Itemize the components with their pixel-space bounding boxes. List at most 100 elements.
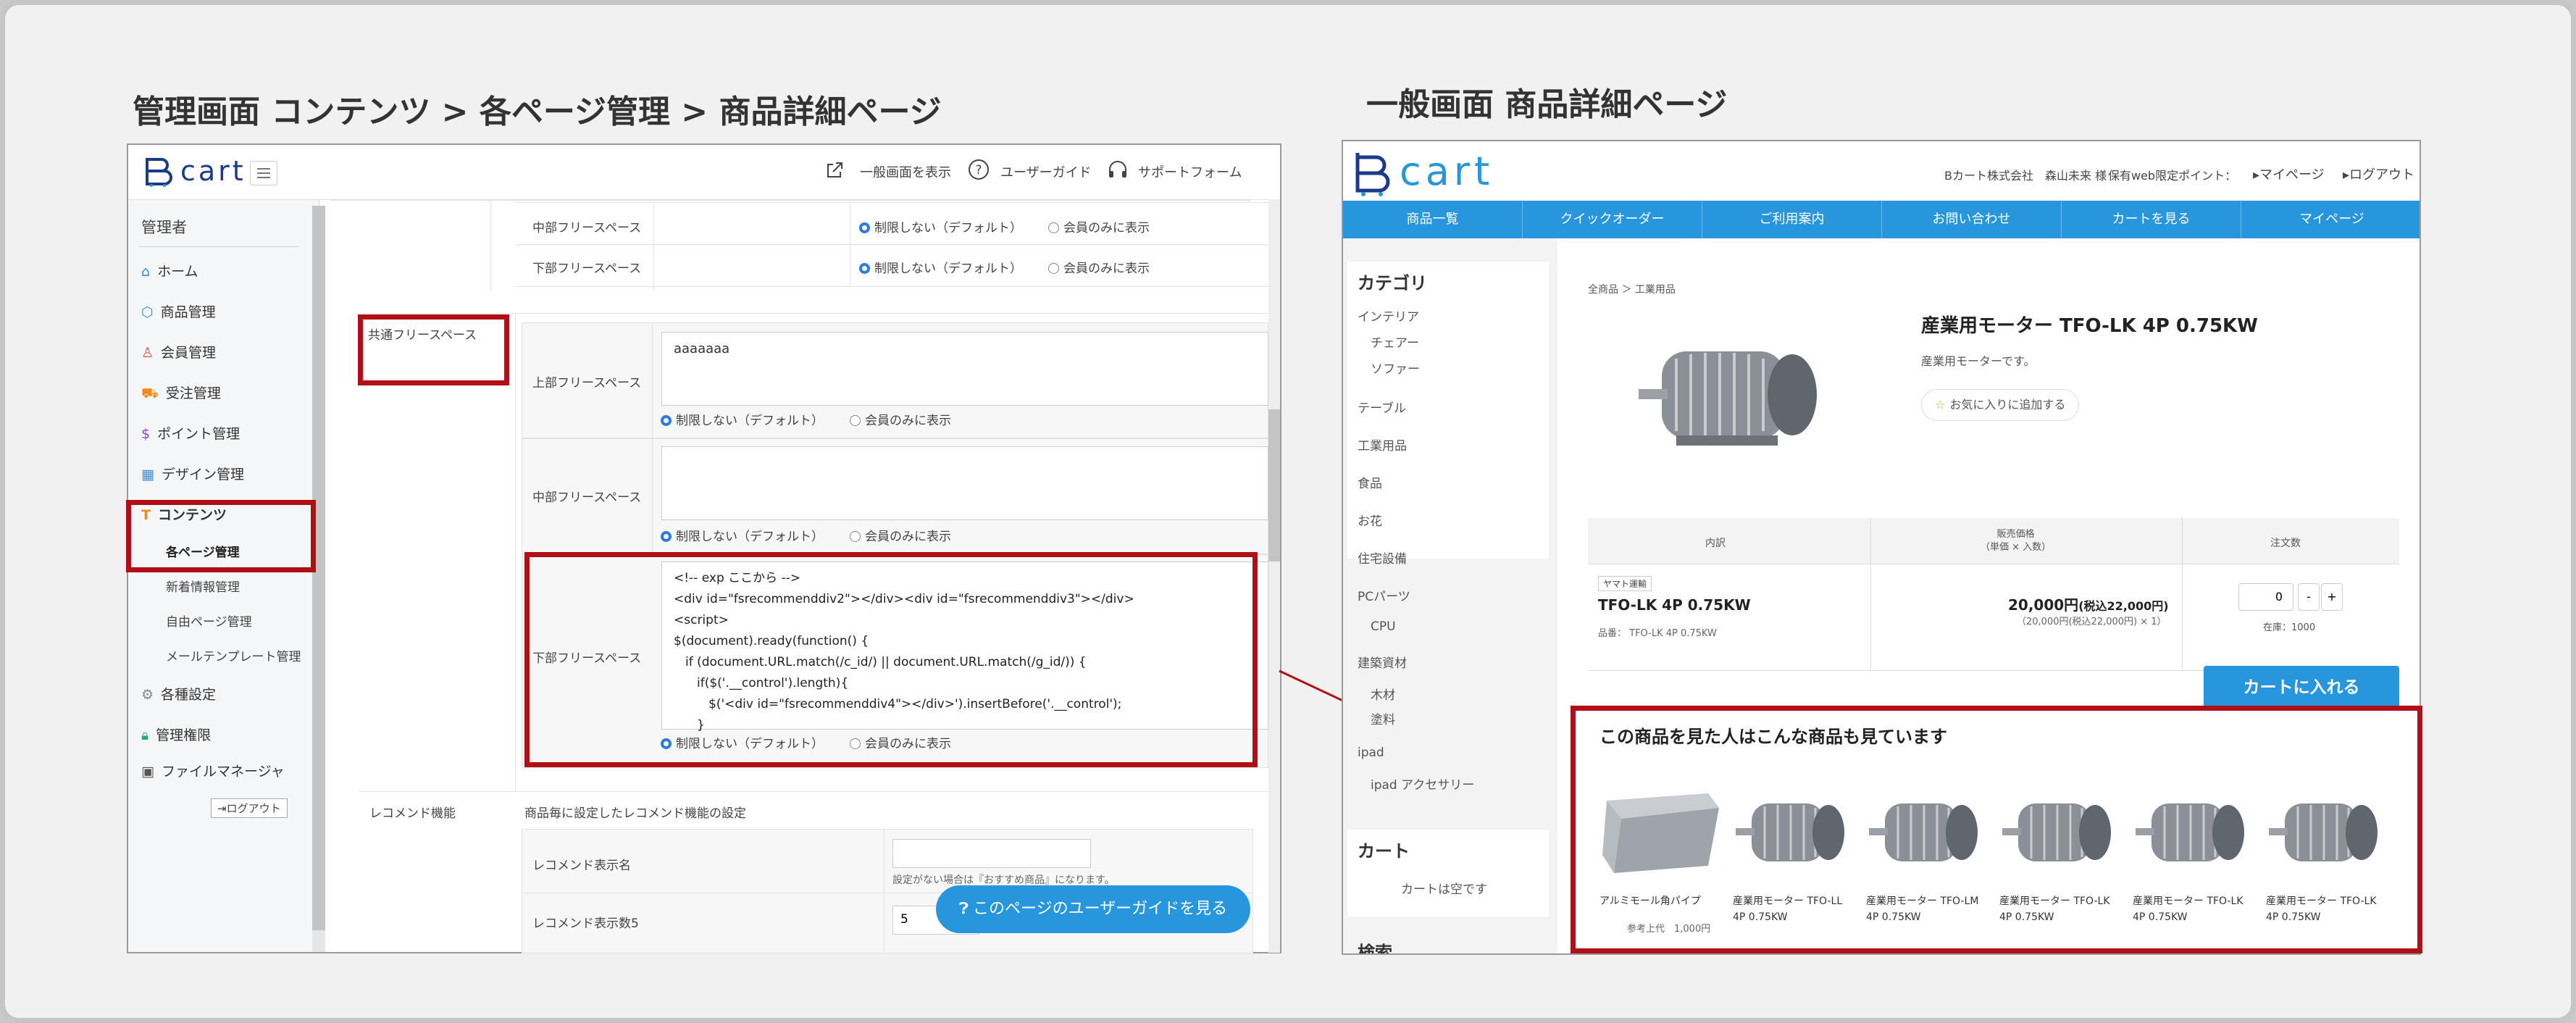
top-free-textarea[interactable]: aaaaaaa	[661, 332, 1268, 406]
public-nav: 商品一覧 クイックオーダー ご利用案内 お問い合わせ カートを見る マイページ	[1343, 201, 2420, 238]
highlight-common-free	[358, 314, 509, 385]
middle-free-textarea[interactable]	[661, 446, 1268, 520]
nav-guide[interactable]: ご利用案内	[1702, 201, 1882, 238]
header-mypage-link[interactable]: ▸マイページ	[2253, 164, 2325, 183]
sidebar-sub-free-pages[interactable]: 自由ページ管理	[166, 611, 252, 630]
public-logo[interactable]	[1353, 150, 1394, 199]
recommend-name-input[interactable]	[892, 839, 1091, 868]
sidebar-item-design[interactable]: ▦ デザイン管理	[141, 464, 244, 483]
nav-mypage[interactable]: マイページ	[2241, 201, 2420, 238]
radio-group-bottom[interactable]: 制限しない（デフォルト） 会員のみに表示	[859, 258, 1150, 276]
admin-logo-text: cart	[180, 155, 246, 187]
gear-icon: ⚙	[141, 687, 154, 703]
item-name: TFO-LK 4P 0.75KW	[1598, 596, 1751, 614]
hamburger-icon	[257, 168, 270, 178]
cat-pc-parts[interactable]: PCパーツ	[1358, 586, 1410, 604]
sidebar-item-products[interactable]: ⬡ 商品管理	[141, 301, 216, 321]
sidebar-item-home[interactable]: ⌂ ホーム	[141, 261, 198, 280]
dollar-icon: $	[141, 426, 151, 442]
label-top-free: 上部フリースペース	[532, 376, 642, 391]
logout-icon: ⇥	[217, 802, 227, 815]
sidebar-title: 管理者	[141, 219, 187, 236]
view-public-link[interactable]: 一般画面を表示	[860, 162, 951, 181]
support-form-link[interactable]: サポートフォーム	[1138, 162, 1242, 181]
nav-quick-order[interactable]: クイックオーダー	[1523, 201, 1702, 238]
cat-flowers[interactable]: お花	[1358, 511, 1382, 529]
header-points: 保有web限定ポイント：	[2108, 169, 2237, 183]
logout-button[interactable]: ⇥ログアウト	[211, 798, 288, 818]
cat-housing[interactable]: 住宅設備	[1358, 548, 1407, 567]
cart-empty: カートは空です	[1401, 882, 1487, 897]
nav-products[interactable]: 商品一覧	[1343, 201, 1523, 238]
breadcrumb[interactable]: 全商品 ＞ 工業用品	[1588, 282, 1676, 296]
menu-toggle-button[interactable]	[250, 161, 277, 185]
bcart-logo-icon	[146, 158, 172, 187]
sidebar-sub-news[interactable]: 新着情報管理	[166, 577, 240, 595]
sidebar-item-members[interactable]: ♙ 会員管理	[141, 342, 216, 362]
th-breakdown: 内訳	[1705, 538, 1726, 549]
sidebar-sub-mail-templates[interactable]: メールテンプレート管理	[166, 646, 301, 664]
label-middle-free-2: 中部フリースペース	[532, 490, 642, 505]
radio-group-middle[interactable]: 制限しない（デフォルト） 会員のみに表示	[859, 217, 1150, 235]
shipping-badge: ヤマト運輸	[1598, 576, 1652, 591]
cat-interior[interactable]: インテリア	[1358, 306, 1419, 325]
cat-chair[interactable]: チェアー	[1371, 333, 1419, 351]
motor-image-icon	[1639, 351, 1817, 446]
left-heading: 管理画面 コンテンツ > 各ページ管理 > 商品詳細ページ	[133, 93, 942, 130]
radio-unlimited-selected	[859, 263, 870, 274]
sidebar-item-orders[interactable]: ⛟ 受注管理	[141, 383, 221, 404]
user-icon: ♙	[141, 345, 154, 361]
highlight-recommend-section	[1571, 706, 2422, 953]
radio-members	[1048, 222, 1059, 233]
radio-group-top[interactable]: 制限しない（デフォルト） 会員のみに表示	[661, 410, 951, 428]
cat-wood[interactable]: 木材	[1371, 685, 1395, 703]
cart-title: カート	[1358, 841, 1410, 861]
cat-paint[interactable]: 塗料	[1371, 709, 1395, 727]
category-title: カテゴリ	[1358, 273, 1427, 293]
radio-members	[1048, 263, 1059, 274]
cat-ipad[interactable]: ipad	[1358, 746, 1384, 760]
qty-minus-button[interactable]: -	[2298, 583, 2320, 611]
public-logo-text: cart	[1400, 149, 1494, 194]
sidebar-item-permissions[interactable]: 🔒︎ 管理権限	[141, 725, 211, 744]
stock: 在庫：1000	[2263, 622, 2316, 633]
label-recommend-name: レコメンド表示名	[532, 859, 631, 873]
qty-plus-button[interactable]: +	[2321, 583, 2343, 611]
sidebar-item-points[interactable]: $ ポイント管理	[141, 423, 240, 443]
label-recommend-count: レコメンド表示数5	[532, 916, 639, 931]
admin-logo[interactable]	[143, 155, 175, 190]
nav-contact[interactable]: お問い合わせ	[1882, 201, 2062, 238]
admin-sidebar: 管理者 ⌂ ホーム ⬡ 商品管理 ♙ 会員管理 ⛟ 受注管理 $ ポイント管理 ▦ デザイン…	[128, 200, 319, 952]
price-main: 20,000円(税込22,000円)	[2008, 596, 2169, 614]
cat-cpu[interactable]: CPU	[1371, 619, 1396, 634]
home-icon: ⌂	[141, 264, 151, 280]
product-desc: 産業用モーターです。	[1921, 354, 2036, 368]
recommend-hint: 設定がない場合は『おすすめ商品』になります。	[892, 874, 1115, 886]
radio-group-middle-2[interactable]: 制限しない（デフォルト） 会員のみに表示	[661, 526, 951, 544]
user-guide-link[interactable]: ユーザーガイド	[1000, 162, 1092, 181]
cat-ipad-accessory[interactable]: ipad アクセサリー	[1371, 774, 1474, 793]
cat-food[interactable]: 食品	[1358, 473, 1382, 491]
svg-text:?: ?	[975, 163, 982, 178]
header-logout-link[interactable]: ▸ログアウト	[2343, 164, 2414, 183]
add-to-cart-button[interactable]: カートに入れる	[2204, 666, 2399, 709]
th-qty: 注文数	[2270, 538, 2301, 549]
cat-sofa[interactable]: ソファー	[1371, 359, 1420, 377]
cat-table[interactable]: テーブル	[1358, 398, 1406, 416]
external-link-icon	[824, 159, 845, 184]
help-circle-icon: ❓︎	[958, 900, 969, 918]
nav-cart[interactable]: カートを見る	[2062, 201, 2241, 238]
sidebar-scrollbar[interactable]	[312, 206, 325, 952]
image-icon: ▣	[141, 764, 154, 780]
label-middle-free: 中部フリースペース	[532, 221, 642, 235]
main-scrollbar[interactable]	[1268, 199, 1280, 953]
sidebar-item-settings[interactable]: ⚙ 各種設定	[141, 684, 216, 703]
sidebar-item-files[interactable]: ▣ ファイルマネージャ	[141, 761, 285, 780]
box-icon: ⬡	[141, 304, 154, 320]
favorite-button[interactable]: ☆ お気に入りに追加する	[1921, 389, 2080, 421]
price-sub: （20,000円(税込22,000円) × 1）	[2017, 617, 2167, 627]
cat-industrial[interactable]: 工業用品	[1358, 435, 1407, 454]
qty-input[interactable]: 0	[2238, 583, 2293, 611]
cat-building[interactable]: 建築資材	[1358, 653, 1407, 671]
user-guide-button[interactable]: ❓︎ このページのユーザーガイドを見る	[936, 885, 1250, 933]
